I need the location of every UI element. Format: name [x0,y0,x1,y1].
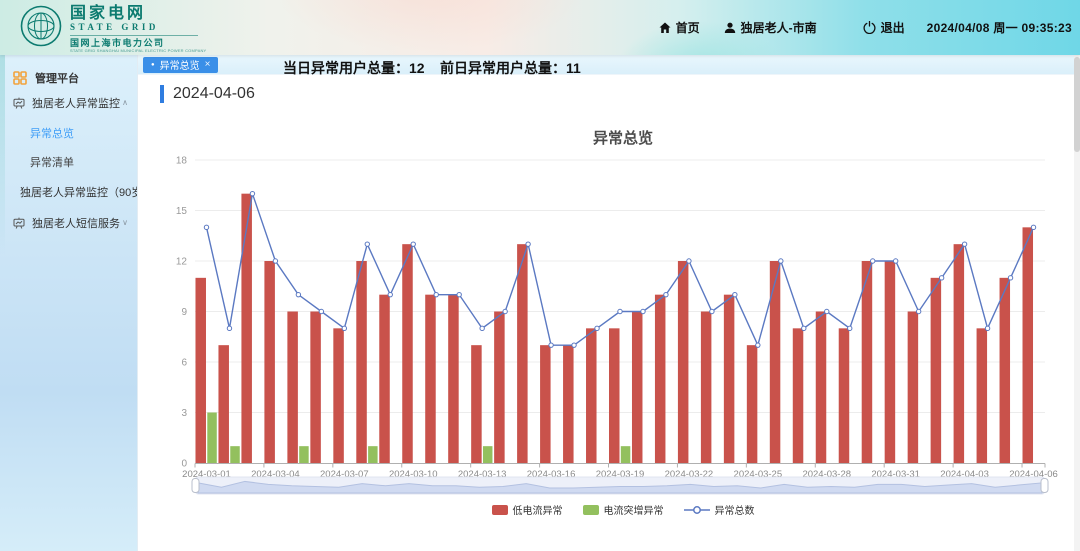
tab-bar: ● 异常总览 × [138,55,1074,75]
svg-text:12: 12 [176,257,188,268]
chevron-up-icon[interactable]: ∧ [122,98,128,107]
datazoom-left-handle [192,479,199,493]
stat-prev-anomaly-users: 前日异常用户总量：11 [440,58,581,78]
svg-text:6: 6 [181,358,187,369]
legend-label: 电流突增异常 [604,502,664,517]
chart-title: 异常总览 [168,127,1078,148]
line-marker-icon [684,505,710,515]
sidebar-item-anomaly-list[interactable]: 异常清单 [0,147,137,176]
sidebar-item-anomaly-overview[interactable]: 异常总览 [0,118,137,147]
tab-anomaly-overview[interactable]: ● 异常总览 × [143,57,218,73]
tab-active-dot: ● [151,62,155,68]
power-icon [863,21,876,34]
svg-text:3: 3 [181,408,187,419]
datazoom-slider [192,477,1048,494]
sidebar-item-sms-service[interactable]: 独居老人短信服务 ∨ [0,207,137,238]
stats-row: 2024-04-06 [160,82,255,106]
legend-current-surge[interactable]: 电流突增异常 [583,502,664,517]
main-content: ● 异常总览 × 2024-04-06 当日异常用户总量：12 前日异常用户总量… [138,55,1074,551]
datazoom-right-handle [1041,479,1048,493]
svg-text:18: 18 [176,156,188,167]
date-accent-bar [160,85,164,103]
nav-user-label: 独居老人-市南 [741,19,817,36]
user-icon [724,22,736,34]
sidebar-item-anomaly-monitoring-90plus[interactable]: 独居老人异常监控（90岁以上） [0,176,137,207]
sidebar-subitem-label: 异常总览 [30,125,74,141]
stat-today-label: 当日异常用户总量： [283,60,409,76]
legend-swatch-red [492,505,508,515]
stat-today-anomaly-users: 当日异常用户总量：12 [283,58,425,78]
nav-home-label: 首页 [676,19,700,36]
stats-date: 2024-04-06 [173,85,255,103]
svg-text:15: 15 [176,206,188,217]
legend-low-current[interactable]: 低电流异常 [492,502,563,517]
app-header: 国家电网 STATE GRID 国网上海市电力公司 STATE GRID SHA… [0,0,1080,55]
monitor-board-icon [13,217,25,229]
anomaly-overview-chart[interactable]: 03691215182024-03-012024-03-042024-03-07… [171,150,1071,500]
sidebar-item-label: 独居老人异常监控 [32,95,120,111]
legend-label: 低电流异常 [513,502,563,517]
sidebar: 管理平台 独居老人异常监控 ∧ 异常总览 异常清单 独居老人异常监控（90岁以上… [0,55,138,551]
brand-divider [70,35,198,36]
sidebar-title-label: 管理平台 [35,70,79,86]
nav-logout-label: 退出 [881,19,905,36]
vertical-scrollbar[interactable] [1074,55,1080,551]
bars-low-current [195,194,1033,463]
tab-close-icon[interactable]: × [205,59,211,70]
sidebar-platform-title: 管理平台 [0,55,137,87]
grid-icon [13,71,27,85]
stat-today-value: 12 [409,60,425,76]
scrollbar-thumb[interactable] [1074,57,1080,152]
header-datetime: 2024/04/08 周一 09:35:23 [927,19,1072,36]
nav-home[interactable]: 首页 [659,19,700,36]
nav-logout[interactable]: 退出 [863,19,905,36]
brand-name-en: STATE GRID [70,22,206,32]
stat-prev-value: 11 [566,60,581,76]
sidebar-subitem-label: 异常清单 [30,154,74,170]
legend-swatch-green [583,505,599,515]
stat-prev-label: 前日异常用户总量： [440,60,566,76]
sidebar-item-label: 独居老人异常监控（90岁以上） [20,184,138,200]
chevron-down-icon[interactable]: ∨ [122,218,128,227]
company-name-en: STATE GRID SHANGHAI MUNICIPAL ELECTRIC P… [70,48,206,53]
header-nav: 首页 独居老人-市南 退出 2024/04/08 周一 09:35:23 [659,0,1072,55]
brand-name-cn: 国家电网 [70,5,206,22]
legend-label: 异常总数 [715,502,755,517]
chart-legend: 低电流异常 电流突增异常 异常总数 [168,502,1078,517]
legend-anomaly-total[interactable]: 异常总数 [684,502,755,517]
home-icon [659,22,671,34]
tab-label: 异常总览 [160,57,200,72]
svg-text:0: 0 [181,459,187,470]
svg-text:9: 9 [181,307,187,318]
company-name-cn: 国网上海市电力公司 [70,38,206,48]
sidebar-item-anomaly-monitoring[interactable]: 独居老人异常监控 ∧ [0,87,137,118]
nav-user[interactable]: 独居老人-市南 [724,19,817,36]
sidebar-item-label: 独居老人短信服务 [32,215,120,231]
state-grid-logo: 国家电网 STATE GRID 国网上海市电力公司 STATE GRID SHA… [20,5,206,53]
state-grid-emblem-icon [20,5,62,47]
monitor-board-icon [13,97,25,109]
